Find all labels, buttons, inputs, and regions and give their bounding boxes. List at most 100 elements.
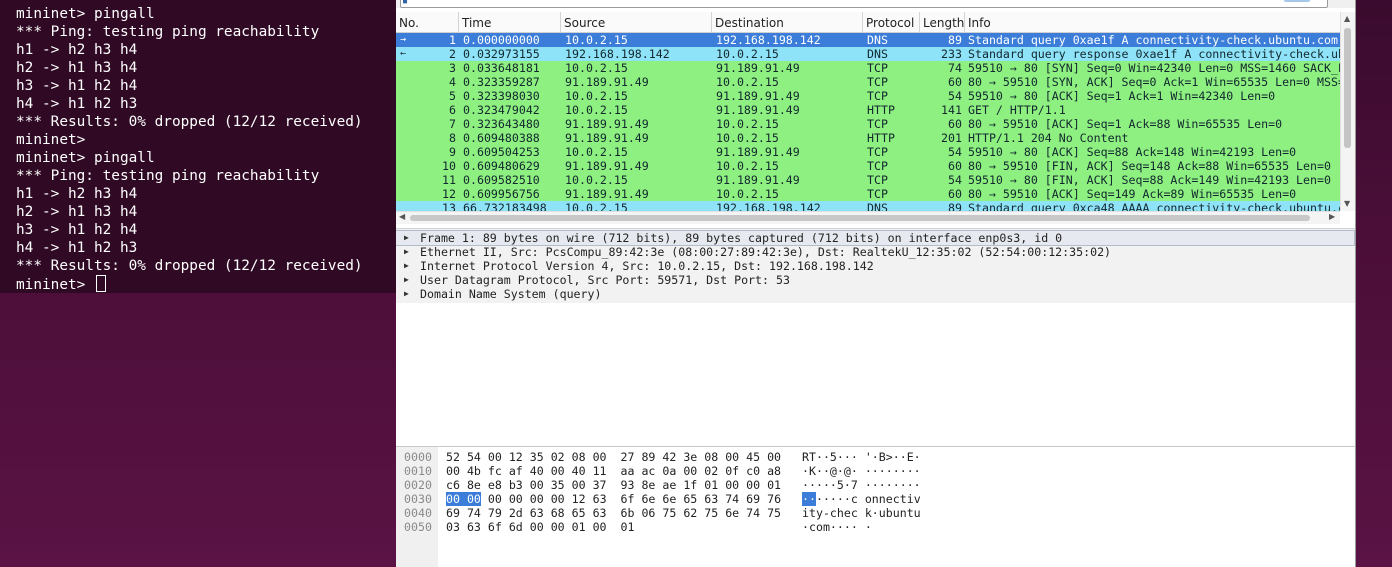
packet-cell-info: 59510 → 80 [ACK] Seq=88 Ack=148 Win=4219… — [968, 145, 1297, 159]
packet-cell-info: 59510 → 80 [ACK] Seq=1 Ack=1 Win=42340 L… — [968, 89, 1276, 103]
packet-row[interactable]: 13 66.732183498 10.0.2.15 192.168.198.142 DN… — [396, 201, 1340, 211]
packet-cell-info: Standard query response 0xae1f A connect… — [968, 47, 1340, 61]
bytes-hex[interactable]: 00 00 00 00 00 00 12 63 6f 6e 6e 65 63 7… — [446, 492, 781, 506]
terminal-line: *** Results: 0% dropped (12/12 received) — [16, 258, 363, 274]
bytes-offset: 0050 — [404, 520, 432, 534]
packet-cell-proto: HTTP — [867, 131, 895, 145]
packet-cell-info: 59510 → 80 [FIN, ACK] Seq=88 Ack=149 Win… — [968, 173, 1331, 187]
scroll-right-icon[interactable]: ▶ — [1329, 212, 1335, 221]
terminal-line: h4 -> h1 h2 h3 — [16, 240, 138, 256]
packet-cell-dst: 91.189.91.49 — [716, 61, 800, 75]
packet-cell-info: 80 → 59510 [ACK] Seq=1 Ack=88 Win=65535 … — [968, 117, 1283, 131]
packet-cell-no: 8 — [449, 131, 456, 145]
scroll-left-icon[interactable]: ◀ — [399, 212, 405, 221]
detail-tree-label: Frame 1: 89 bytes on wire (712 bits), 89… — [420, 231, 1063, 245]
detail-tree-item[interactable]: ▶ Frame 1: 89 bytes on wire (712 bits), 8… — [396, 230, 1355, 246]
expand-arrow-icon[interactable]: ▶ — [404, 273, 409, 287]
packet-cell-dst: 192.168.198.142 — [716, 201, 821, 211]
packet-cell-no: 9 — [449, 145, 456, 159]
packet-cell-no: 4 — [449, 75, 456, 89]
packet-row[interactable]: 4 0.323359287 91.189.91.49 10.0.2.15 TCP 60 80… — [396, 75, 1340, 89]
packet-row[interactable]: 7 0.323643480 91.189.91.49 10.0.2.15 TCP 60 80… — [396, 117, 1340, 131]
packet-list-horizontal-scrollbar[interactable]: ◀ ▶ — [396, 211, 1340, 224]
column-header-destination[interactable]: Destination — [712, 12, 863, 32]
detail-tree-item[interactable]: ▶ User Datagram Protocol, Src Port: 59571… — [396, 273, 1354, 287]
packet-cell-info: Standard query 0xca48 AAAA connectivity-… — [968, 201, 1340, 211]
related-packet-icon: ← — [400, 48, 407, 59]
bytes-ascii[interactable]: ·K··@·@· ········ — [802, 464, 921, 478]
packet-row[interactable]: 8 0.609480388 91.189.91.49 10.0.2.15 HTTP 201… — [396, 131, 1340, 145]
expand-arrow-icon[interactable]: ▶ — [404, 259, 409, 273]
packet-cell-time: 0.323398030 — [463, 89, 540, 103]
packet-cell-len: 89 — [948, 33, 962, 47]
bytes-hex[interactable]: 03 63 6f 6d 00 00 01 00 01 — [446, 520, 634, 534]
detail-tree-item[interactable]: ▶ Internet Protocol Version 4, Src: 10.0.… — [396, 259, 1354, 273]
packet-bytes-pane: 0000 52 54 00 12 35 02 08 00 27 89 42 3e … — [396, 446, 1356, 567]
packet-cell-no: 13 — [442, 201, 456, 211]
packet-cell-len: 54 — [948, 89, 962, 103]
packet-cell-len: 89 — [948, 201, 962, 211]
column-header-no[interactable]: No. — [396, 12, 459, 32]
detail-tree-item[interactable]: ▶ Ethernet II, Src: PcsCompu_89:42:3e (08… — [396, 245, 1354, 259]
packet-row[interactable]: 11 0.609582510 10.0.2.15 91.189.91.49 TCP 54 5… — [396, 173, 1340, 187]
column-header-source[interactable]: Source — [561, 12, 712, 32]
packet-row[interactable]: 1 0.000000000 10.0.2.15 192.168.198.142 DNS 8… — [396, 33, 1340, 47]
packet-cell-time: 0.032973155 — [463, 47, 540, 61]
column-header-info[interactable]: Info — [965, 12, 1340, 32]
detail-tree-label: Internet Protocol Version 4, Src: 10.0.2… — [420, 259, 874, 273]
packet-cell-dst: 91.189.91.49 — [716, 89, 800, 103]
bytes-ascii-highlight: ·· — [802, 492, 816, 506]
display-filter-input[interactable] — [400, 0, 1328, 8]
packet-cell-time: 0.000000000 — [463, 33, 540, 47]
packet-row[interactable]: 5 0.323398030 10.0.2.15 91.189.91.49 TCP 54 59… — [396, 89, 1340, 103]
packet-cell-proto: TCP — [867, 145, 888, 159]
packet-row[interactable]: 6 0.323479042 10.0.2.15 91.189.91.49 HTTP 141… — [396, 103, 1340, 117]
column-header-time[interactable]: Time — [459, 12, 561, 32]
bytes-hex[interactable]: c6 8e e8 b3 00 35 00 37 93 8e ae 1f 01 0… — [446, 478, 781, 492]
column-header-length[interactable]: Length — [920, 12, 965, 32]
expand-arrow-icon[interactable]: ▶ — [404, 287, 409, 301]
bytes-hex[interactable]: 52 54 00 12 35 02 08 00 27 89 42 3e 08 0… — [446, 450, 781, 464]
packet-row[interactable]: 10 0.609480629 91.189.91.49 10.0.2.15 TCP 60 8… — [396, 159, 1340, 173]
packet-cell-src: 10.0.2.15 — [565, 33, 628, 47]
scroll-down-icon[interactable]: ▼ — [1344, 199, 1350, 208]
scroll-up-icon[interactable]: ▲ — [1344, 14, 1350, 23]
terminal-window[interactable]: mininet> pingall *** Ping: testing ping r… — [0, 0, 396, 293]
packet-row[interactable]: 3 0.033648181 10.0.2.15 91.189.91.49 TCP 74 59… — [396, 61, 1340, 75]
terminal-prompt-line[interactable]: mininet> — [16, 275, 396, 293]
packet-row[interactable]: 9 0.609504253 10.0.2.15 91.189.91.49 TCP 54 59… — [396, 145, 1340, 159]
scrollbar-thumb[interactable] — [410, 215, 1310, 221]
packet-list: No. Time Source Destination Protocol Len… — [396, 12, 1356, 224]
packet-list-vertical-scrollbar[interactable]: ▲ ▼ — [1340, 12, 1355, 211]
expand-arrow-icon[interactable]: ▶ — [404, 245, 409, 259]
terminal-line: h1 -> h2 h3 h4 — [16, 186, 138, 202]
terminal-line: h2 -> h1 h3 h4 — [16, 60, 138, 76]
apply-filter-button[interactable] — [1284, 0, 1310, 2]
packet-cell-proto: DNS — [867, 47, 888, 61]
detail-tree-item[interactable]: ▶ Domain Name System (query) — [396, 287, 1354, 301]
bytes-ascii[interactable]: ·······c onnectiv — [802, 492, 921, 506]
terminal-line: h1 -> h2 h3 h4 — [16, 42, 138, 58]
packet-row[interactable]: 2 0.032973155 192.168.198.142 10.0.2.15 DNS 2… — [396, 47, 1340, 61]
bytes-ascii[interactable]: ·····5·7 ········ — [802, 478, 921, 492]
scrollbar-thumb[interactable] — [1344, 28, 1351, 148]
packet-cell-proto: DNS — [867, 201, 888, 211]
packet-cell-info: 80 → 59510 [ACK] Seq=149 Ack=89 Win=6553… — [968, 187, 1297, 201]
display-filter-bar[interactable]: ▮ — [396, 0, 1356, 8]
expand-arrow-icon[interactable]: ▶ — [404, 231, 409, 245]
bytes-hex-highlight: 00 00 — [446, 492, 481, 506]
packet-cell-src: 192.168.198.142 — [565, 47, 670, 61]
packet-row[interactable]: 12 0.609956756 91.189.91.49 10.0.2.15 TCP 60 8… — [396, 187, 1340, 201]
bytes-ascii[interactable]: ity-chec k·ubuntu — [802, 506, 921, 520]
terminal-line: h3 -> h1 h2 h4 — [16, 78, 138, 94]
packet-cell-time: 0.323643480 — [463, 117, 540, 131]
packet-cell-len: 60 — [948, 159, 962, 173]
bytes-ascii[interactable]: RT··5··· '·B>··E· — [802, 450, 921, 464]
bytes-ascii[interactable]: ·com···· · — [802, 520, 872, 534]
column-header-protocol[interactable]: Protocol — [863, 12, 920, 32]
bytes-hex[interactable]: 00 4b fc af 40 00 40 11 aa ac 0a 00 02 0… — [446, 464, 781, 478]
terminal-line: h3 -> h1 h2 h4 — [16, 222, 138, 238]
bookmark-icon[interactable]: ▮ — [402, 0, 408, 5]
packet-cell-proto: DNS — [867, 33, 888, 47]
bytes-hex[interactable]: 69 74 79 2d 63 68 65 63 6b 06 75 62 75 6… — [446, 506, 781, 520]
